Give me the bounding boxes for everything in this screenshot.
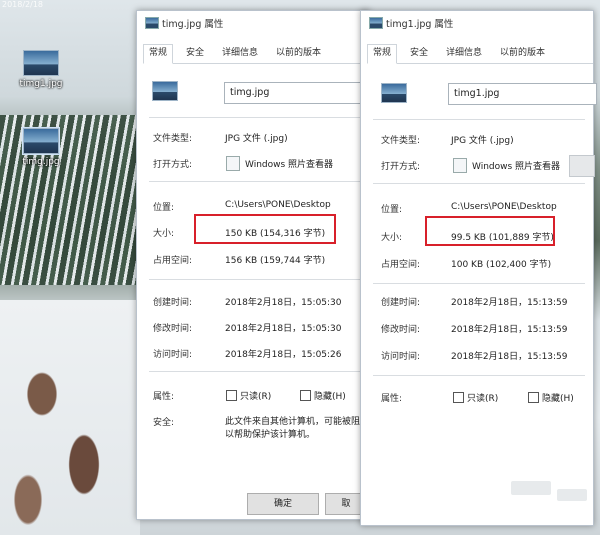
hidden-checkbox-label[interactable]: 隐藏(H): [542, 391, 574, 404]
hidden-checkbox[interactable]: [300, 390, 311, 401]
accessed-value: 2018年2月18日，15:13:59: [451, 352, 568, 362]
dialog-titlebar[interactable]: timg.jpg 属性: [137, 11, 369, 33]
readonly-checkbox[interactable]: [226, 390, 237, 401]
divider: [373, 283, 585, 284]
created-label: 创建时间:: [153, 298, 193, 308]
hidden-checkbox[interactable]: [528, 392, 539, 403]
location-value: C:\Users\PONE\Desktop: [451, 202, 557, 212]
desktop-icon-timg[interactable]: timg.jpg: [12, 127, 70, 167]
highlight-box: [425, 216, 555, 246]
tab-previous-versions[interactable]: 以前的版本: [495, 45, 550, 62]
change-app-button[interactable]: [569, 155, 595, 177]
security-text-line2: 以帮助保护该计算机。: [225, 430, 316, 440]
open-with-label: 打开方式:: [381, 162, 421, 172]
readonly-checkbox-label[interactable]: 只读(R): [467, 391, 498, 404]
desktop-icon-label: timg1.jpg: [19, 79, 63, 89]
disk-size-value: 100 KB (102,400 字节): [451, 260, 552, 270]
divider: [373, 183, 585, 184]
tab-general[interactable]: 常规: [143, 44, 174, 64]
desktop-icon-timg1[interactable]: timg1.jpg: [12, 50, 70, 89]
open-with-value: Windows 照片查看器: [472, 162, 561, 172]
divider: [149, 117, 361, 118]
location-value: C:\Users\PONE\Desktop: [225, 200, 331, 210]
file-type-label: 文件类型:: [381, 136, 421, 146]
created-value: 2018年2月18日，15:13:59: [451, 298, 568, 308]
hidden-checkbox-label[interactable]: 隐藏(H): [314, 389, 346, 402]
modified-label: 修改时间:: [153, 324, 193, 334]
security-label: 安全:: [153, 418, 175, 428]
location-label: 位置:: [381, 205, 403, 215]
file-type-label: 文件类型:: [153, 134, 193, 144]
accessed-value: 2018年2月18日，15:05:26: [225, 350, 342, 360]
tab-details[interactable]: 详细信息: [441, 45, 487, 62]
attributes-label: 属性:: [153, 392, 175, 402]
tab-previous-versions[interactable]: 以前的版本: [271, 45, 326, 62]
image-file-icon: [145, 17, 159, 29]
highlight-box: [194, 214, 336, 244]
tab-bar: 常规 安全 详细信息 以前的版本: [143, 44, 369, 64]
open-with-label: 打开方式:: [153, 160, 193, 170]
divider: [149, 279, 361, 280]
created-label: 创建时间:: [381, 298, 421, 308]
size-label: 大小:: [381, 233, 403, 243]
tab-bar: 常规 安全 详细信息 以前的版本: [367, 44, 593, 64]
ok-button[interactable]: 确定: [247, 493, 319, 515]
modified-label: 修改时间:: [381, 325, 421, 335]
image-file-icon: [369, 17, 383, 29]
created-value: 2018年2月18日，15:05:30: [225, 298, 342, 308]
photo-viewer-icon: [226, 156, 240, 171]
disk-size-label: 占用空间:: [381, 260, 421, 270]
properties-dialog-timg1: timg1.jpg 属性 常规 安全 详细信息 以前的版本 timg1.jpg …: [360, 10, 597, 526]
blurred-region: [557, 489, 587, 501]
modified-value: 2018年2月18日，15:05:30: [225, 324, 342, 334]
file-thumbnail-icon: [381, 83, 407, 103]
tab-security[interactable]: 安全: [181, 45, 209, 62]
modified-value: 2018年2月18日，15:13:59: [451, 325, 568, 335]
file-name-field[interactable]: timg1.jpg: [448, 83, 597, 105]
tab-general[interactable]: 常规: [367, 44, 398, 64]
tab-security[interactable]: 安全: [405, 45, 433, 62]
divider: [373, 119, 585, 120]
security-text-line1: 此文件来自其他计算机，可能被阻: [225, 417, 361, 427]
tab-details[interactable]: 详细信息: [217, 45, 263, 62]
location-label: 位置:: [153, 203, 175, 213]
size-label: 大小:: [153, 229, 175, 239]
divider: [149, 371, 361, 372]
disk-size-label: 占用空间:: [153, 256, 193, 266]
desktop-icon-label: timg.jpg: [22, 157, 60, 167]
snowy-rocks-image: [0, 300, 140, 535]
accessed-label: 访问时间:: [153, 350, 193, 360]
readonly-checkbox-label[interactable]: 只读(R): [240, 389, 271, 402]
attributes-label: 属性:: [381, 394, 403, 404]
blurred-region: [511, 481, 551, 495]
image-file-icon: [22, 127, 60, 155]
file-type-value: JPG 文件 (.jpg): [225, 134, 288, 144]
file-type-value: JPG 文件 (.jpg): [451, 136, 514, 146]
accessed-label: 访问时间:: [381, 352, 421, 362]
file-name-field[interactable]: timg.jpg: [224, 82, 373, 104]
desktop-clock: 2018/2/18: [2, 0, 44, 9]
divider: [149, 181, 361, 182]
dialog-titlebar[interactable]: timg1.jpg 属性: [361, 11, 593, 33]
open-with-value: Windows 照片查看器: [245, 160, 334, 170]
dialog-title: timg1.jpg 属性: [386, 19, 454, 30]
photo-viewer-icon: [453, 158, 467, 173]
file-thumbnail-icon: [152, 81, 178, 101]
image-file-icon: [23, 50, 59, 76]
divider: [373, 375, 585, 376]
properties-dialog-timg: timg.jpg 属性 常规 安全 详细信息 以前的版本 timg.jpg 文件…: [136, 10, 373, 520]
disk-size-value: 156 KB (159,744 字节): [225, 256, 326, 266]
readonly-checkbox[interactable]: [453, 392, 464, 403]
dialog-title: timg.jpg 属性: [162, 19, 224, 30]
